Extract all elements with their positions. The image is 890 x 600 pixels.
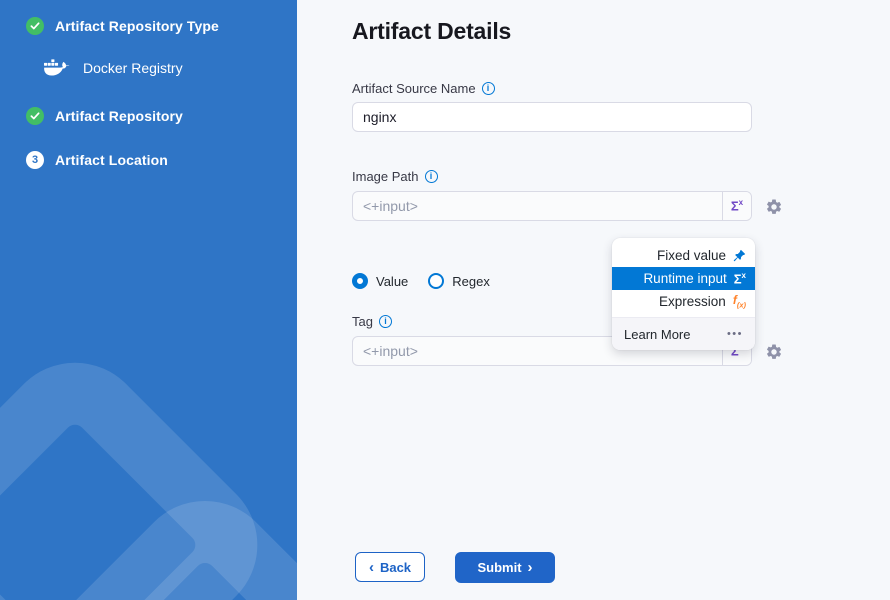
field-label-text: Image Path bbox=[352, 169, 419, 184]
tag-label: Tag i bbox=[352, 314, 392, 329]
sidebar-substep-docker-registry[interactable]: Docker Registry bbox=[44, 59, 183, 77]
chevron-right-icon: › bbox=[528, 560, 533, 575]
chevron-left-icon: ‹ bbox=[369, 560, 374, 575]
fx-icon: f(x) bbox=[733, 293, 746, 309]
submit-button[interactable]: Submit › bbox=[455, 552, 555, 583]
source-name-input-wrap bbox=[352, 102, 752, 132]
radio-unselected-icon[interactable] bbox=[428, 273, 444, 289]
menu-item-label: Fixed value bbox=[657, 248, 726, 263]
image-path-input[interactable] bbox=[352, 191, 752, 221]
radio-option-regex[interactable]: Regex bbox=[428, 273, 490, 289]
sigma-icon: Σx bbox=[731, 198, 743, 213]
sidebar-step-artifact-location[interactable]: 3 Artifact Location bbox=[26, 151, 168, 169]
image-path-label: Image Path i bbox=[352, 169, 438, 184]
ellipsis-icon: ••• bbox=[727, 328, 743, 340]
source-name-label: Artifact Source Name i bbox=[352, 81, 495, 96]
check-circle-icon bbox=[26, 17, 44, 35]
artifact-details-panel: Artifact Details Artifact Source Name i … bbox=[297, 0, 890, 600]
image-path-settings-gear-icon[interactable] bbox=[765, 198, 783, 216]
step-label: Artifact Repository bbox=[55, 108, 183, 124]
image-path-input-wrap: Σx bbox=[352, 191, 752, 221]
menu-item-label: Expression bbox=[659, 294, 726, 309]
sidebar-step-artifact-repository[interactable]: Artifact Repository bbox=[26, 107, 183, 125]
radio-option-value[interactable]: Value bbox=[352, 273, 408, 289]
sidebar-step-artifact-repository-type[interactable]: Artifact Repository Type bbox=[26, 17, 219, 35]
learn-more-label: Learn More bbox=[624, 327, 690, 342]
radio-selected-icon[interactable] bbox=[352, 273, 368, 289]
tag-settings-gear-icon[interactable] bbox=[765, 343, 783, 361]
check-circle-icon bbox=[26, 107, 44, 125]
back-button[interactable]: ‹ Back bbox=[355, 552, 425, 582]
info-icon[interactable]: i bbox=[379, 315, 392, 328]
wizard-sidebar: Artifact Repository Type Docker Registry… bbox=[0, 0, 297, 600]
field-label-text: Tag bbox=[352, 314, 373, 329]
radio-label: Regex bbox=[452, 274, 490, 289]
sigma-icon: Σx bbox=[734, 271, 746, 286]
step-label: Artifact Repository Type bbox=[55, 18, 219, 34]
step-number-badge: 3 bbox=[26, 151, 44, 169]
input-type-dropdown-menu: Fixed value Runtime input Σx Expression … bbox=[612, 238, 755, 350]
menu-footer-learn-more[interactable]: Learn More ••• bbox=[612, 317, 755, 350]
tag-type-radio-group: Value Regex bbox=[352, 273, 490, 289]
back-button-label: Back bbox=[380, 560, 411, 575]
substep-label: Docker Registry bbox=[83, 60, 183, 76]
runtime-input-type-button[interactable]: Σx bbox=[722, 192, 751, 220]
radio-label: Value bbox=[376, 274, 408, 289]
docker-whale-icon bbox=[44, 59, 70, 77]
source-name-input[interactable] bbox=[352, 102, 752, 132]
info-icon[interactable]: i bbox=[425, 170, 438, 183]
menu-item-runtime-input[interactable]: Runtime input Σx bbox=[612, 267, 755, 290]
submit-button-label: Submit bbox=[477, 560, 521, 575]
pin-icon bbox=[733, 249, 746, 262]
info-icon[interactable]: i bbox=[482, 82, 495, 95]
input-type-options: Fixed value Runtime input Σx Expression … bbox=[612, 238, 755, 313]
step-label: Artifact Location bbox=[55, 152, 168, 168]
menu-item-label: Runtime input bbox=[643, 271, 726, 286]
menu-item-fixed-value[interactable]: Fixed value bbox=[612, 244, 755, 267]
menu-item-expression[interactable]: Expression f(x) bbox=[612, 290, 755, 313]
field-label-text: Artifact Source Name bbox=[352, 81, 476, 96]
page-title: Artifact Details bbox=[352, 18, 511, 45]
